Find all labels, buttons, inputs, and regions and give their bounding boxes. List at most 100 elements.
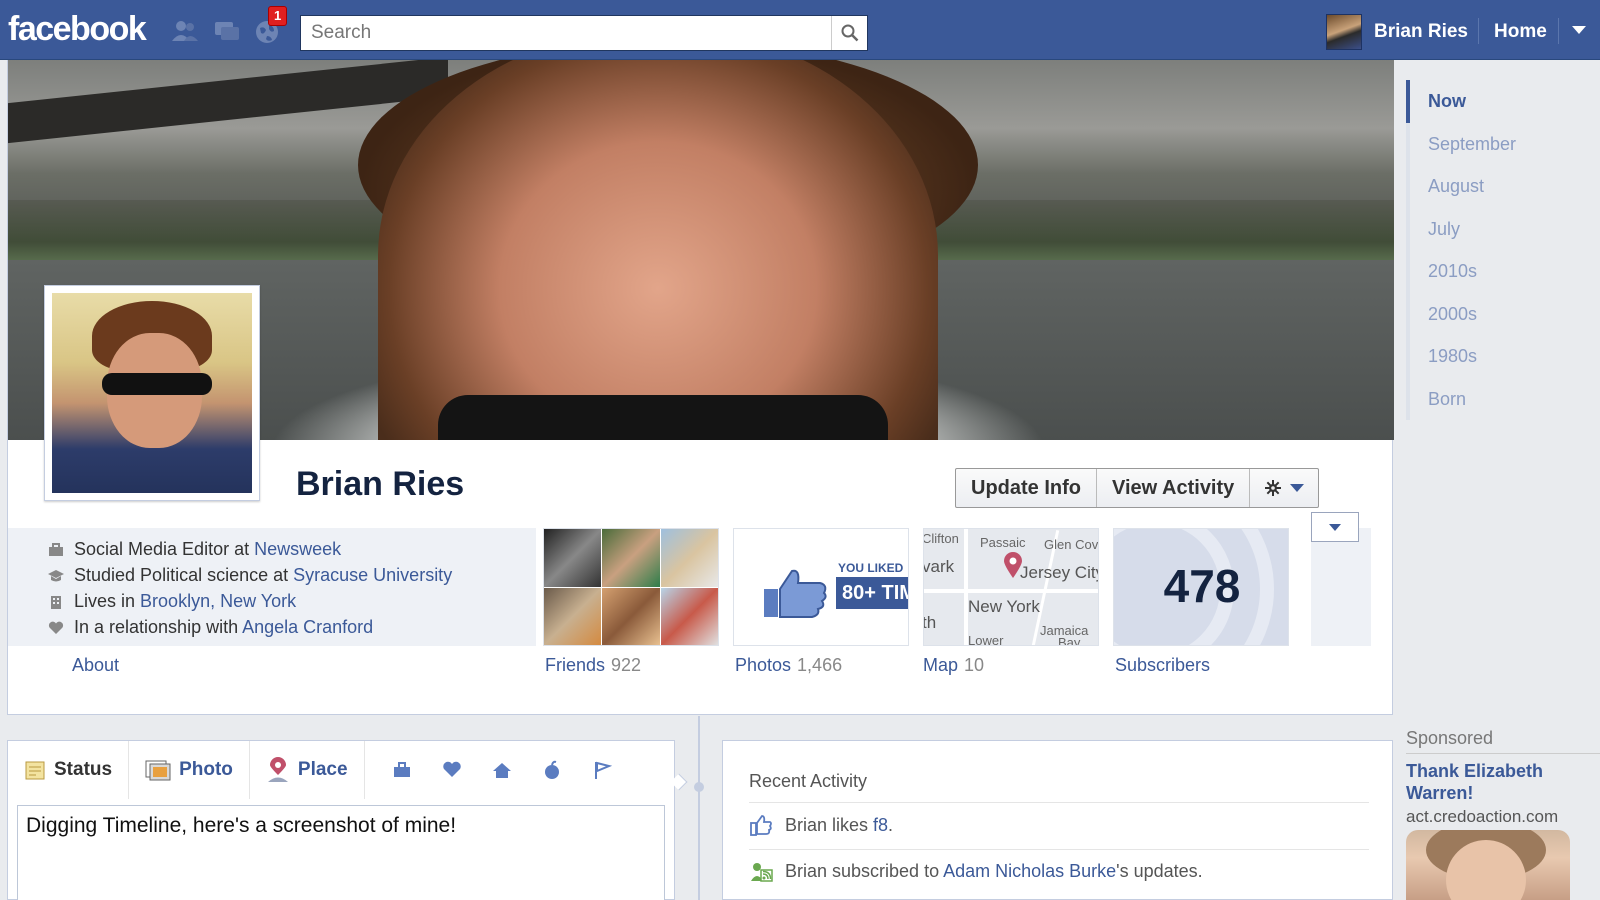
profile-picture[interactable] (44, 285, 260, 501)
briefcase-icon (49, 542, 63, 556)
chevron-down-icon (1329, 523, 1341, 531)
recent-activity-title: Recent Activity (749, 771, 868, 791)
place-pin-icon (267, 757, 288, 782)
map-place-label: th (923, 613, 937, 632)
life-event-health-button[interactable] (527, 741, 577, 799)
heart-icon (442, 761, 461, 777)
f8-link[interactable]: f8 (873, 815, 888, 835)
friends-link[interactable]: Friends 922 (545, 655, 641, 676)
search-box (300, 15, 868, 51)
view-activity-button[interactable]: View Activity (1097, 469, 1251, 507)
work-text: Social Media Editor at (74, 539, 250, 559)
photo-icon (145, 760, 171, 781)
recent-activity-box: Recent Activity Brian likes f8. Brian su… (722, 740, 1393, 900)
timeline-nav-1980s[interactable]: 1980s (1406, 335, 1600, 378)
city-link[interactable]: Brooklyn, New York (140, 591, 296, 611)
partner-link[interactable]: Angela Cranford (242, 617, 373, 637)
map-place-label: Glen Cov (1044, 537, 1099, 552)
education-line: Studied Political science at Syracuse Un… (48, 565, 452, 586)
heart-icon (48, 621, 64, 634)
timeline-date-navigator: Now September August July 2010s 2000s 19… (1406, 80, 1600, 420)
life-event-work-button[interactable] (377, 741, 427, 799)
subscribers-link[interactable]: Subscribers (1115, 655, 1210, 676)
user-name-link[interactable]: Brian Ries (1374, 21, 1468, 43)
timeline-nav-july[interactable]: July (1406, 207, 1600, 250)
relationship-line: In a relationship with Angela Cranford (48, 617, 373, 638)
sponsored-divider (1406, 753, 1600, 754)
more-apps-tile (1311, 528, 1371, 646)
ad-title-link[interactable]: Thank Elizabeth Warren! (1406, 760, 1586, 804)
activity-item: Brian likes f8. (749, 813, 893, 837)
tab-photo[interactable]: Photo (129, 741, 250, 799)
timeline-nav-august[interactable]: August (1406, 165, 1600, 208)
gear-icon (1265, 480, 1282, 496)
map-place-label: New York (968, 597, 1040, 616)
map-place-label: Passaic (980, 535, 1026, 550)
activity-divider (749, 849, 1369, 850)
search-input[interactable] (301, 16, 831, 50)
user-avatar[interactable] (1326, 14, 1362, 50)
facebook-logo[interactable]: facebook (8, 10, 147, 49)
profile-name: Brian Ries (296, 465, 465, 503)
photos-link[interactable]: Photos 1,466 (735, 655, 842, 676)
timeline-spine (698, 716, 700, 900)
relationship-text: In a relationship with (74, 617, 239, 637)
composer-tabs: Status Photo Place (8, 741, 676, 799)
employer-link[interactable]: Newsweek (254, 539, 341, 559)
timeline-spine-dot[interactable] (694, 782, 704, 792)
settings-menu-button[interactable] (1250, 469, 1318, 507)
notification-badge: 1 (268, 6, 288, 26)
chevron-down-icon (1290, 484, 1305, 492)
subscribe-rss-icon (751, 863, 773, 882)
search-button[interactable] (831, 16, 867, 50)
timeline-nav-now[interactable]: Now (1406, 80, 1600, 123)
status-text-input[interactable]: Digging Timeline, here's a screenshot of… (17, 805, 665, 900)
work-icon (393, 762, 410, 777)
friends-tile[interactable] (543, 528, 719, 646)
map-link[interactable]: Map 10 (923, 655, 984, 676)
life-event-relationship-button[interactable] (427, 741, 477, 799)
activity-suffix: . (888, 814, 894, 835)
school-link[interactable]: Syracuse University (293, 565, 452, 585)
map-tile[interactable]: Clifton Passaic Glen Cov vark Jersey Cit… (923, 528, 1099, 646)
tab-place-label: Place (297, 759, 348, 780)
liked-caption: YOU LIKED (838, 561, 904, 575)
messages-icon[interactable] (212, 16, 242, 46)
flag-icon (594, 761, 612, 779)
map-place-label: vark (923, 557, 955, 576)
life-event-home-button[interactable] (477, 741, 527, 799)
thumbs-up-icon (764, 569, 827, 618)
timeline-nav-2000s[interactable]: 2000s (1406, 292, 1600, 335)
tab-status-label: Status (54, 759, 113, 780)
life-event-milestone-button[interactable] (577, 741, 627, 799)
timeline-header-card: Brian Ries Update Info View Activity Soc… (7, 60, 1394, 715)
tab-place[interactable]: Place (250, 741, 365, 799)
home-link[interactable]: Home (1494, 21, 1547, 43)
activity-suffix: 's updates. (1116, 860, 1203, 881)
graduation-cap-icon (48, 569, 64, 581)
activity-text: Brian subscribed to (785, 860, 944, 881)
ad-image[interactable] (1406, 830, 1570, 900)
timeline-nav-2010s[interactable]: 2010s (1406, 250, 1600, 293)
location-text: Lives in (74, 591, 136, 611)
friend-requests-icon[interactable] (170, 16, 200, 46)
top-navigation-bar: facebook 1 Brian Ries Home (0, 0, 1600, 60)
update-info-button[interactable]: Update Info (956, 469, 1097, 507)
timeline-nav-september[interactable]: September (1406, 122, 1600, 165)
more-apps-button[interactable] (1311, 512, 1359, 542)
photos-tile[interactable]: YOU LIKED 80+ TIM (733, 528, 909, 646)
map-label: Map (923, 655, 959, 675)
adam-nicholas-burke-link[interactable]: Adam Nicholas Burke (943, 861, 1116, 881)
map-pin-icon (1004, 552, 1022, 578)
tab-status[interactable]: Status (8, 741, 130, 799)
nav-divider (1478, 18, 1479, 44)
photos-count: 1,466 (797, 655, 843, 675)
activity-divider (749, 802, 1369, 803)
account-menu-chevron-down-icon[interactable] (1572, 26, 1586, 34)
about-link[interactable]: About (72, 655, 119, 676)
timeline-nav-born[interactable]: Born (1406, 377, 1600, 420)
search-icon (841, 24, 858, 42)
subscribers-tile[interactable]: 478 (1113, 528, 1289, 646)
activity-item: Brian subscribed to Adam Nicholas Burke'… (749, 859, 1203, 883)
location-line: Lives in Brooklyn, New York (48, 591, 296, 612)
